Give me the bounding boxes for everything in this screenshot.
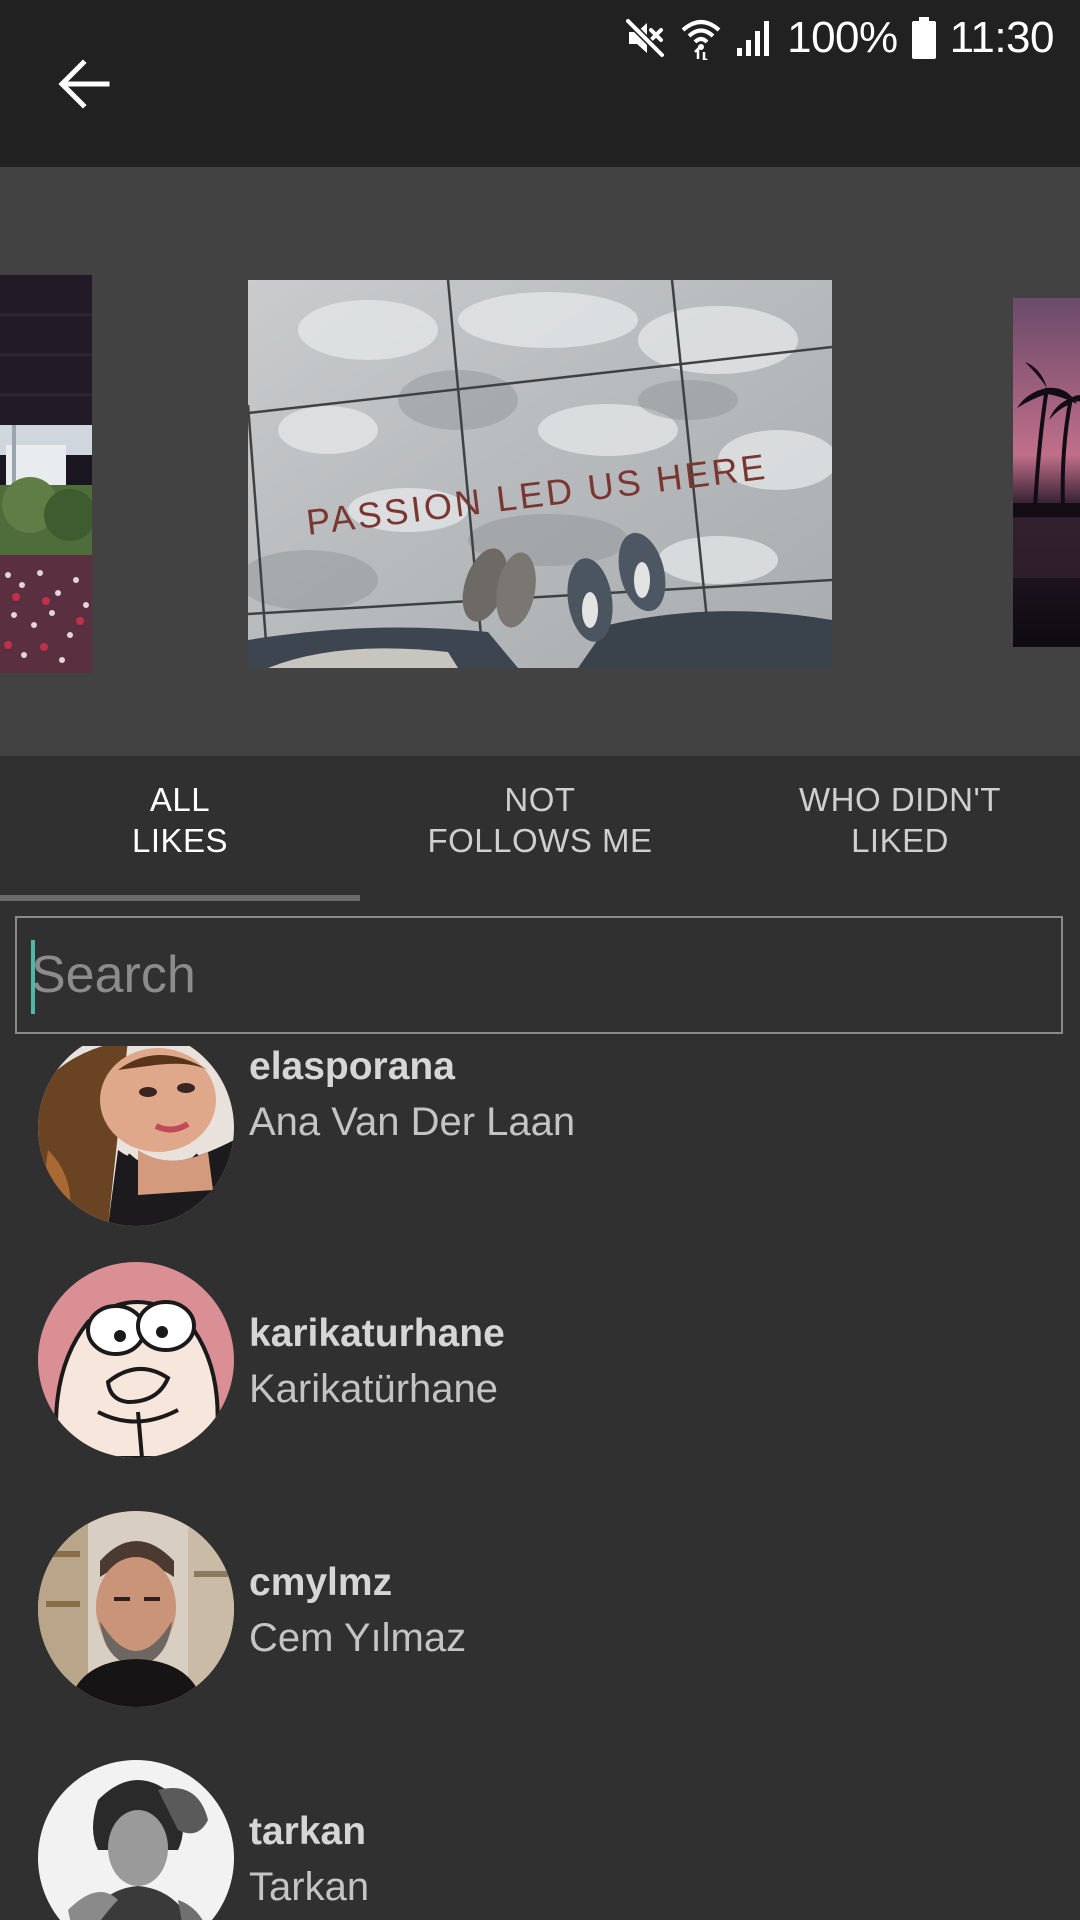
text-cursor — [31, 940, 35, 1014]
battery-percent: 100% — [787, 13, 898, 62]
tab-all-likes-label: ALL LIKES — [131, 781, 229, 859]
app-bar: 100% 11:30 — [0, 0, 1080, 167]
list-item[interactable]: cmylmz Cem Yılmaz — [0, 1511, 1080, 1760]
tab-who-didnt-liked-label: WHO DIDN'T LIKED — [799, 781, 1001, 859]
tab-who-didnt-liked[interactable]: WHO DIDN'T LIKED — [720, 756, 1080, 902]
status-bar: 100% 11:30 — [623, 12, 1055, 64]
tab-not-follows-me[interactable]: NOT FOLLOWS ME — [360, 756, 720, 902]
list-item[interactable]: tarkan Tarkan — [0, 1760, 1080, 1920]
avatar — [38, 1046, 234, 1226]
back-button[interactable] — [48, 48, 120, 120]
username: tarkan — [249, 1810, 367, 1853]
clock: 11:30 — [949, 13, 1055, 62]
carousel-photo-previous[interactable] — [0, 275, 92, 673]
carousel-photo-current[interactable]: PASSION LED US HERE — [248, 280, 832, 668]
tab-not-follows-me-label: NOT FOLLOWS ME — [427, 781, 653, 859]
user-list[interactable]: elasporana Ana Van Der Laan karikaturhan… — [0, 1046, 1080, 1920]
signal-icon — [735, 18, 773, 58]
full-name: Tarkan — [249, 1865, 370, 1909]
username: karikaturhane — [249, 1312, 505, 1355]
tab-bar: ALL LIKES NOT FOLLOWS ME WHO DIDN'T LIKE… — [0, 756, 1080, 902]
tab-all-likes[interactable]: ALL LIKES — [0, 756, 360, 902]
carousel-photo-next[interactable] — [1013, 298, 1080, 647]
username: cmylmz — [249, 1561, 393, 1604]
wifi-icon — [681, 16, 721, 60]
avatar — [38, 1511, 234, 1707]
battery-icon — [911, 17, 936, 59]
search-input[interactable] — [17, 918, 1061, 1032]
tab-indicator — [0, 895, 360, 901]
search-box[interactable] — [15, 916, 1063, 1034]
full-name: Ana Van Der Laan — [249, 1100, 576, 1144]
list-item[interactable]: elasporana Ana Van Der Laan — [0, 1046, 1080, 1279]
arrow-back-icon — [58, 59, 110, 109]
full-name: Cem Yılmaz — [249, 1616, 467, 1660]
app-root: 100% 11:30 PASSION LED US HERE ALL LIKES… — [0, 0, 1080, 1920]
avatar — [38, 1760, 234, 1920]
full-name: Karikatürhane — [249, 1367, 499, 1411]
mute-icon — [623, 16, 667, 60]
username: elasporana — [249, 1046, 455, 1088]
list-item[interactable]: karikaturhane Karikatürhane — [0, 1262, 1080, 1511]
photo-carousel[interactable]: PASSION LED US HERE — [0, 167, 1080, 756]
avatar — [38, 1262, 234, 1458]
